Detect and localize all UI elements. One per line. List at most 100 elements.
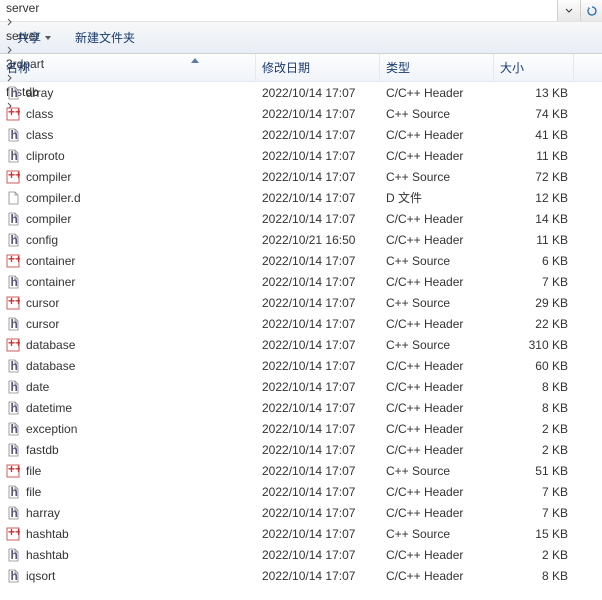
share-label: 共享	[17, 29, 41, 46]
file-size: 7 KB	[494, 485, 574, 499]
column-header-size[interactable]: 大小	[494, 54, 574, 81]
column-header-name[interactable]: 名称	[0, 54, 256, 81]
file-type: C++ Source	[380, 296, 494, 310]
file-date: 2022/10/14 17:07	[256, 380, 380, 394]
file-row[interactable]: ++database2022/10/14 17:07C++ Source310 …	[0, 334, 602, 355]
file-row[interactable]: hconfig2022/10/21 16:50C/C++ Header11 KB	[0, 229, 602, 250]
file-name: fastdb	[26, 443, 59, 457]
file-size: 8 KB	[494, 569, 574, 583]
file-row[interactable]: hexception2022/10/14 17:07C/C++ Header2 …	[0, 418, 602, 439]
file-size: 14 KB	[494, 212, 574, 226]
svg-text:++: ++	[8, 296, 20, 308]
svg-text:h: h	[11, 86, 18, 100]
svg-text:h: h	[11, 212, 18, 226]
file-date: 2022/10/14 17:07	[256, 548, 380, 562]
svg-text:h: h	[11, 569, 18, 583]
file-row[interactable]: hcliproto2022/10/14 17:07C/C++ Header11 …	[0, 145, 602, 166]
file-size: 2 KB	[494, 443, 574, 457]
file-name: hashtab	[26, 548, 69, 562]
header-file-icon: h	[6, 275, 20, 289]
file-type: C++ Source	[380, 464, 494, 478]
svg-text:h: h	[11, 485, 18, 499]
file-type: C/C++ Header	[380, 401, 494, 415]
cpp-file-icon: ++	[6, 296, 20, 310]
file-row[interactable]: harray2022/10/14 17:07C/C++ Header13 KB	[0, 82, 602, 103]
file-row[interactable]: hcursor2022/10/14 17:07C/C++ Header22 KB	[0, 313, 602, 334]
file-date: 2022/10/14 17:07	[256, 107, 380, 121]
breadcrumb-nav	[557, 0, 602, 21]
file-row[interactable]: hdatabase2022/10/14 17:07C/C++ Header60 …	[0, 355, 602, 376]
file-date: 2022/10/14 17:07	[256, 191, 380, 205]
file-name: class	[26, 107, 53, 121]
file-date: 2022/10/14 17:07	[256, 401, 380, 415]
sort-ascending-icon	[191, 58, 199, 63]
file-name: compiler	[26, 170, 71, 184]
refresh-button[interactable]	[580, 0, 602, 21]
file-date: 2022/10/14 17:07	[256, 86, 380, 100]
file-row[interactable]: hdate2022/10/14 17:07C/C++ Header8 KB	[0, 376, 602, 397]
svg-text:++: ++	[8, 170, 20, 182]
file-date: 2022/10/14 17:07	[256, 212, 380, 226]
file-size: 8 KB	[494, 380, 574, 394]
file-name: compiler.d	[26, 191, 81, 205]
header-file-icon: h	[6, 86, 20, 100]
file-date: 2022/10/14 17:07	[256, 338, 380, 352]
file-row[interactable]: ++cursor2022/10/14 17:07C++ Source29 KB	[0, 292, 602, 313]
header-file-icon: h	[6, 317, 20, 331]
file-row[interactable]: hclass2022/10/14 17:07C/C++ Header41 KB	[0, 124, 602, 145]
file-type: C/C++ Header	[380, 548, 494, 562]
file-row[interactable]: ++compiler2022/10/14 17:07C++ Source72 K…	[0, 166, 602, 187]
file-name: class	[26, 128, 53, 142]
file-list: harray2022/10/14 17:07C/C++ Header13 KB +…	[0, 82, 602, 600]
file-name: exception	[26, 422, 77, 436]
file-row[interactable]: hharray2022/10/14 17:07C/C++ Header7 KB	[0, 502, 602, 523]
file-size: 13 KB	[494, 86, 574, 100]
file-row[interactable]: hcompiler2022/10/14 17:07C/C++ Header14 …	[0, 208, 602, 229]
file-row[interactable]: compiler.d2022/10/14 17:07D 文件12 KB	[0, 187, 602, 208]
file-row[interactable]: hfastdb2022/10/14 17:07C/C++ Header2 KB	[0, 439, 602, 460]
file-size: 11 KB	[494, 149, 574, 163]
file-name: cliproto	[26, 149, 65, 163]
file-size: 22 KB	[494, 317, 574, 331]
column-header-type[interactable]: 类型	[380, 54, 494, 81]
file-row[interactable]: ++hashtab2022/10/14 17:07C++ Source15 KB	[0, 523, 602, 544]
cpp-file-icon: ++	[6, 338, 20, 352]
file-size: 41 KB	[494, 128, 574, 142]
file-row[interactable]: hfile2022/10/14 17:07C/C++ Header7 KB	[0, 481, 602, 502]
d-file-icon	[6, 191, 20, 205]
file-row[interactable]: h hashtab 2022/10/14 17:07C/C++ Header2 KB	[0, 544, 602, 565]
header-file-icon: h	[6, 548, 20, 562]
file-date: 2022/10/14 17:07	[256, 128, 380, 142]
file-row[interactable]: hdatetime2022/10/14 17:07C/C++ Header8 K…	[0, 397, 602, 418]
file-date: 2022/10/14 17:07	[256, 422, 380, 436]
file-name: database	[26, 338, 75, 352]
share-button[interactable]: 共享	[8, 27, 60, 49]
cpp-file-icon: ++	[6, 527, 20, 541]
file-date: 2022/10/14 17:07	[256, 317, 380, 331]
svg-text:++: ++	[8, 527, 20, 539]
file-size: 6 KB	[494, 254, 574, 268]
file-type: C++ Source	[380, 527, 494, 541]
header-file-icon: h	[6, 233, 20, 247]
file-name: iqsort	[26, 569, 55, 583]
file-name: hashtab	[26, 527, 69, 541]
file-row[interactable]: ++class2022/10/14 17:07C++ Source74 KB	[0, 103, 602, 124]
column-header-row: 名称 修改日期 类型 大小	[0, 54, 602, 82]
dropdown-history-button[interactable]	[558, 0, 580, 21]
file-size: 2 KB	[494, 548, 574, 562]
file-size: 51 KB	[494, 464, 574, 478]
file-row[interactable]: hcontainer2022/10/14 17:07C/C++ Header7 …	[0, 271, 602, 292]
header-file-icon: h	[6, 485, 20, 499]
file-row[interactable]: hiqsort2022/10/14 17:07C/C++ Header8 KB	[0, 565, 602, 586]
svg-text:h: h	[11, 359, 18, 373]
file-row[interactable]: ++file2022/10/14 17:07C++ Source51 KB	[0, 460, 602, 481]
file-row[interactable]: ++container2022/10/14 17:07C++ Source6 K…	[0, 250, 602, 271]
column-header-date[interactable]: 修改日期	[256, 54, 380, 81]
new-folder-button[interactable]: 新建文件夹	[66, 27, 144, 49]
file-size: 74 KB	[494, 107, 574, 121]
breadcrumb-item[interactable]: server	[4, 1, 85, 15]
svg-text:h: h	[11, 401, 18, 415]
cpp-file-icon: ++	[6, 464, 20, 478]
file-name: datetime	[26, 401, 72, 415]
file-type: C/C++ Header	[380, 275, 494, 289]
